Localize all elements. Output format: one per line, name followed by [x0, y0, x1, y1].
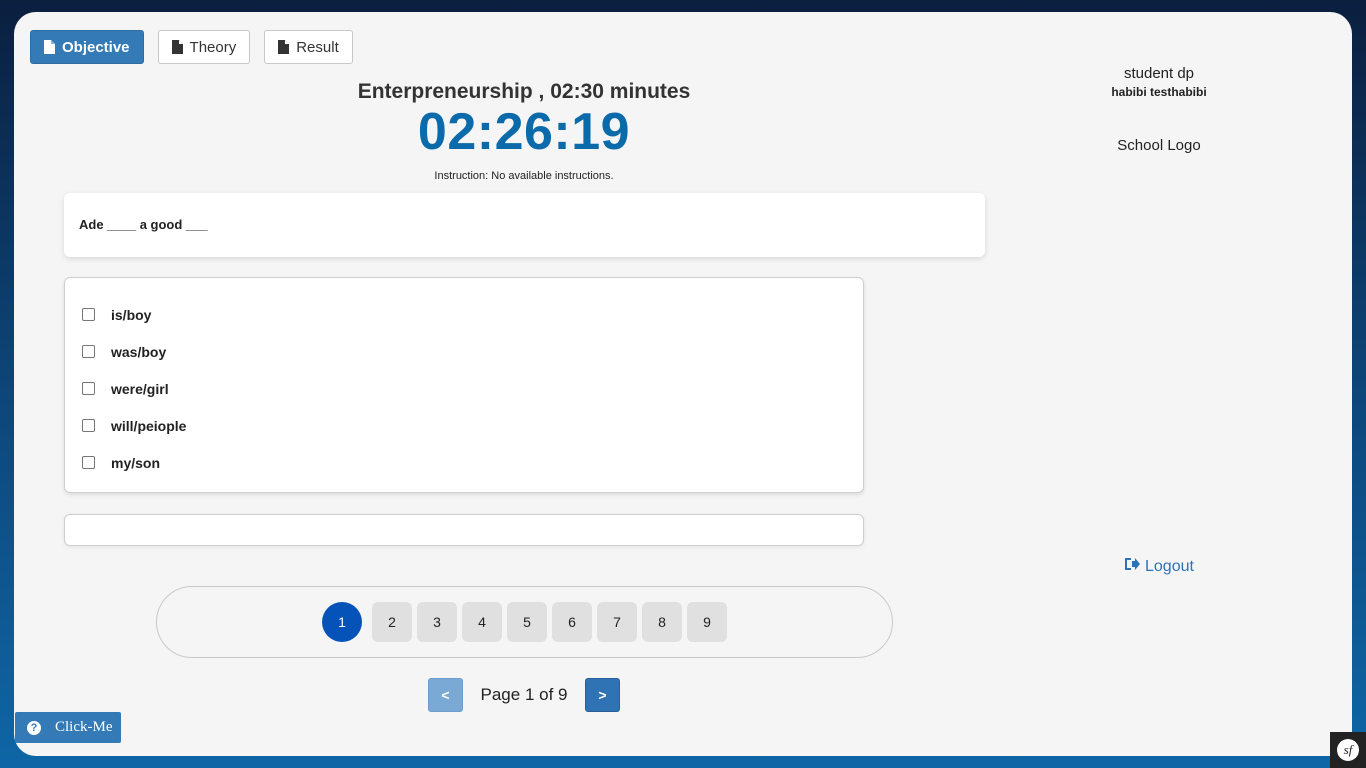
student-profile: student dp habibi testhabibi — [1059, 65, 1259, 99]
file-icon — [171, 40, 183, 54]
question-box: Ade ____ a good ___ — [64, 193, 985, 257]
option-label: my/son — [111, 454, 161, 471]
option-checkbox[interactable] — [82, 382, 95, 395]
question-text: Ade ____ a good ___ — [79, 217, 208, 232]
tab-objective[interactable]: Objective — [30, 30, 144, 64]
next-page-button[interactable]: > — [585, 678, 620, 712]
page-button-2[interactable]: 2 — [372, 602, 412, 642]
question-pagination: 1 2 3 4 5 6 7 8 9 — [156, 586, 893, 658]
option-checkbox[interactable] — [82, 419, 95, 432]
option-checkbox[interactable] — [82, 345, 95, 358]
logout-label: Logout — [1145, 557, 1194, 575]
tab-result[interactable]: Result — [264, 30, 353, 64]
option-item[interactable]: was/boy — [80, 333, 848, 370]
tab-objective-label: Objective — [62, 38, 130, 56]
page-navigation: < Page 1 of 9 > — [428, 678, 620, 712]
exam-instruction: Instruction: No available instructions. — [434, 170, 614, 182]
page-button-8[interactable]: 8 — [642, 602, 682, 642]
school-logo: School Logo — [1117, 137, 1201, 154]
symfony-logo-icon: sf — [1337, 739, 1359, 761]
logout-link[interactable]: Logout — [1124, 557, 1194, 576]
help-button[interactable]: ? Click-Me — [15, 712, 121, 743]
student-name: habibi testhabibi — [1111, 85, 1207, 99]
page-button-1[interactable]: 1 — [322, 602, 362, 642]
help-label: Click-Me — [55, 719, 113, 735]
page-button-9[interactable]: 9 — [687, 602, 727, 642]
previous-page-button[interactable]: < — [428, 678, 463, 712]
option-item[interactable]: will/peiople — [80, 407, 848, 444]
option-item[interactable]: were/girl — [80, 370, 848, 407]
option-label: was/boy — [111, 343, 167, 360]
symfony-toolbar-badge[interactable]: sf — [1330, 732, 1366, 768]
options-list: is/boy was/boy were/girl will/peiople my… — [64, 277, 864, 493]
page-button-7[interactable]: 7 — [597, 602, 637, 642]
page-button-3[interactable]: 3 — [417, 602, 457, 642]
file-icon — [44, 40, 55, 54]
option-checkbox[interactable] — [82, 456, 95, 469]
question-circle-icon: ? — [27, 720, 41, 735]
answer-feedback-box — [64, 514, 864, 546]
option-label: will/peiople — [111, 417, 187, 434]
option-checkbox[interactable] — [82, 308, 95, 321]
tab-bar: Objective Theory Result — [30, 30, 353, 64]
exam-card: Objective Theory Result Enterpreneurship… — [14, 12, 1352, 756]
option-label: were/girl — [111, 380, 169, 397]
countdown-timer: 02:26:19 — [417, 103, 631, 161]
page-button-5[interactable]: 5 — [507, 602, 547, 642]
option-item[interactable]: is/boy — [80, 296, 848, 333]
option-label: is/boy — [111, 306, 152, 323]
student-dp: student dp — [1123, 65, 1195, 82]
tab-result-label: Result — [296, 38, 339, 56]
option-item[interactable]: my/son — [80, 444, 848, 481]
tab-theory-label: Theory — [189, 38, 237, 56]
page-button-4[interactable]: 4 — [462, 602, 502, 642]
file-icon — [278, 40, 290, 54]
page-info: Page 1 of 9 — [480, 685, 568, 704]
tab-theory[interactable]: Theory — [157, 30, 251, 64]
page-button-6[interactable]: 6 — [552, 602, 592, 642]
exam-heading: Enterpreneurship , 02:30 minutes — [357, 80, 691, 103]
sign-out-icon — [1124, 557, 1140, 576]
